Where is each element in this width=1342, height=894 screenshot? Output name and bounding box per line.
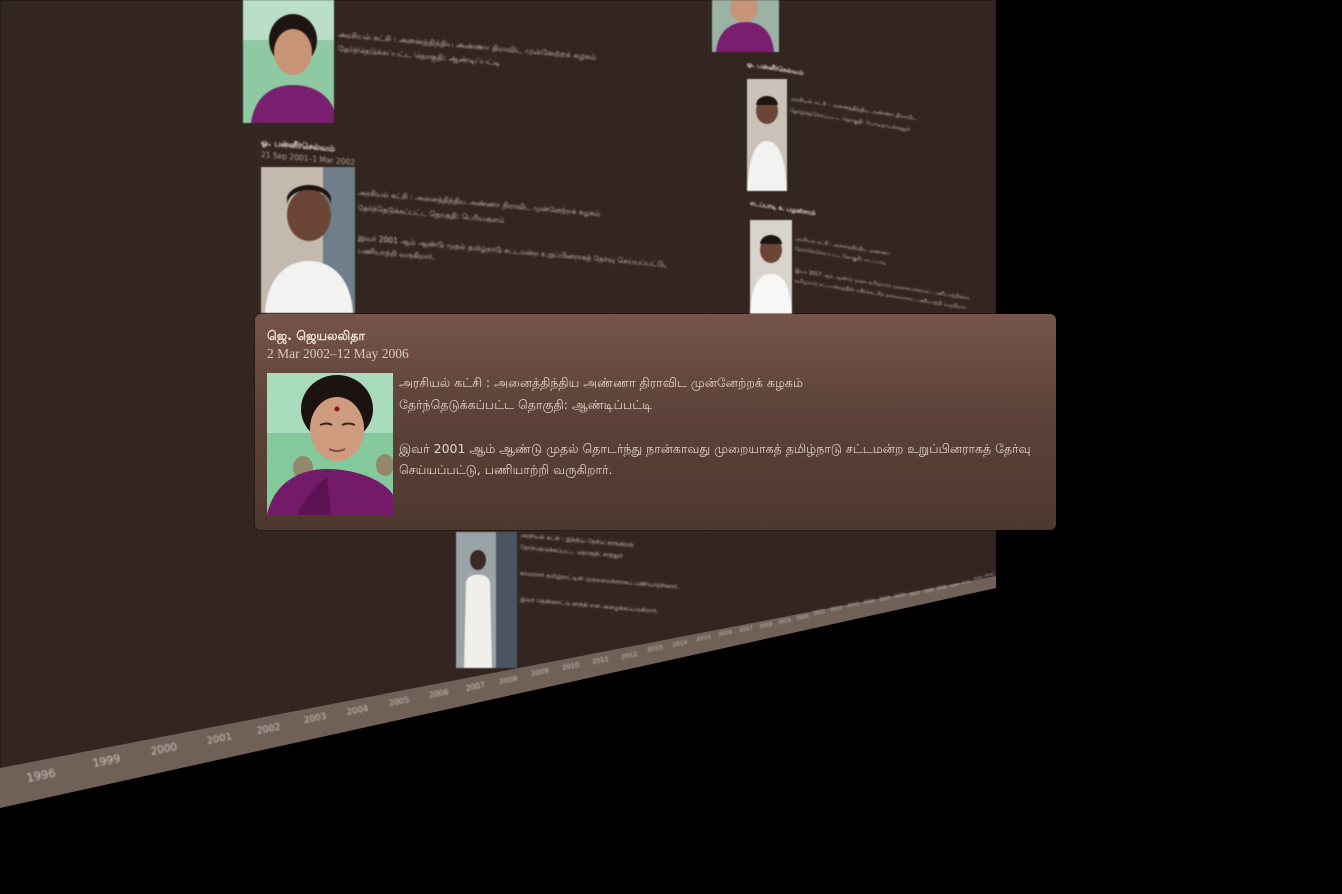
portrait-woman-icon [712,0,779,52]
popup-dates: 2 Mar 2002–12 May 2006 [267,346,409,361]
event-photo [456,532,517,668]
popup-biography: இவர் 2001 ஆம் ஆண்டு முதல் தொடர்ந்து நான்… [399,441,1031,477]
event-photo [261,167,355,313]
event-photo [243,0,334,123]
event-photo [712,0,779,52]
event-photo [750,220,792,314]
portrait-man-icon [750,220,792,314]
timeline-viewport[interactable]: அரசியல் கட்சி : அனைத்திந்திய அண்ணா திராவ… [0,0,1342,894]
popup-party: அரசியல் கட்சி : அனைத்திந்திய அண்ணா திராவ… [399,375,803,390]
popup-constituency: தேர்ந்தெடுக்கப்பட்ட தொகுதி: ஆண்டிப்பட்டி [399,397,653,412]
portrait-man-icon [456,532,517,668]
event-photo [747,79,787,191]
column-divider [236,0,237,780]
portrait-man-icon [261,167,355,313]
portrait-man-icon [747,79,787,191]
event-popup-card[interactable]: ஜெ. ஜெயலலிதா 2 Mar 2002–12 May 2006 அரசி… [255,314,1056,530]
portrait-woman-icon [243,0,334,123]
popup-portrait-photo [267,373,393,515]
portrait-woman-icon [267,373,393,515]
popup-title: ஜெ. ஜெயலலிதா [267,328,365,343]
